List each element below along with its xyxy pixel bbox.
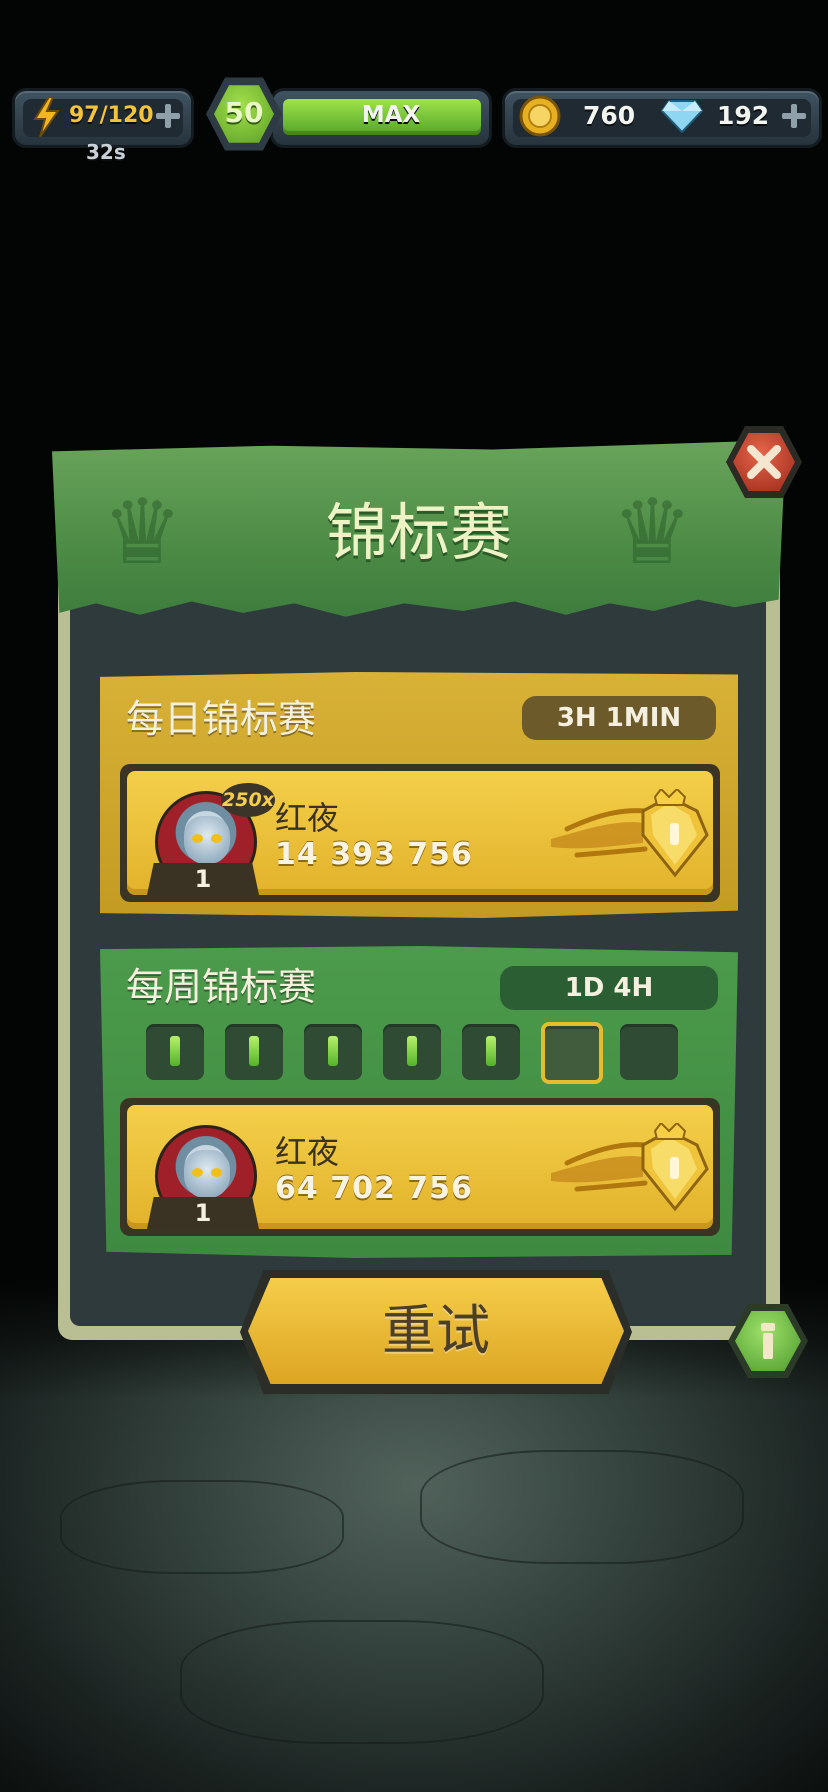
multiplier-badge: 250x xyxy=(221,783,275,817)
coin-icon xyxy=(519,95,561,137)
progress-slot-completed xyxy=(225,1024,283,1080)
retry-button-label: 重试 xyxy=(382,1299,490,1362)
avatar-eye xyxy=(192,1168,203,1177)
player-score: 14 393 756 xyxy=(275,837,473,872)
panel-banner: ♛ ♛ 锦标赛 xyxy=(52,440,786,617)
retry-button-inner: 重试 xyxy=(248,1278,624,1384)
progress-mark xyxy=(407,1036,417,1066)
rank-plate: 1 xyxy=(147,1197,259,1229)
progress-slot-completed xyxy=(146,1024,204,1080)
retry-button[interactable]: 重试 xyxy=(240,1270,632,1394)
progress-mark xyxy=(486,1036,496,1066)
daily-leader-card[interactable]: 250x 1 红夜 14 393 756 xyxy=(120,764,720,902)
energy-value: 97/120 xyxy=(69,103,154,128)
daily-leader-card-inner: 250x 1 红夜 14 393 756 xyxy=(127,771,713,895)
close-button-inner xyxy=(733,433,795,491)
rank-plate: 1 xyxy=(147,863,259,895)
weekly-timer: 1D 4H xyxy=(500,966,718,1010)
panel-title: 锦标赛 xyxy=(325,496,512,569)
weekly-leader-card[interactable]: 1 红夜 64 702 756 xyxy=(120,1098,720,1236)
progress-slot xyxy=(620,1024,678,1080)
daily-tournament-title: 每日锦标赛 xyxy=(126,697,317,741)
level-badge[interactable]: 50 xyxy=(206,77,282,151)
progress-mark xyxy=(170,1036,180,1066)
player-name: 红夜 xyxy=(275,1133,340,1171)
energy-bar[interactable]: 97/120 xyxy=(12,88,194,148)
floor-stone xyxy=(60,1480,344,1574)
avatar-face xyxy=(184,1150,230,1198)
progress-slot-completed xyxy=(304,1024,362,1080)
add-energy-icon[interactable] xyxy=(155,103,181,129)
daily-timer: 3H 1MIN xyxy=(522,696,716,740)
progress-slot xyxy=(541,1022,603,1084)
progress-mark xyxy=(249,1036,259,1066)
weekly-tournament-title: 每周锦标赛 xyxy=(126,965,317,1009)
player-name: 红夜 xyxy=(275,799,340,837)
floor-stone xyxy=(420,1450,744,1564)
level-number: 50 xyxy=(224,96,264,129)
add-gems-icon[interactable] xyxy=(781,103,807,129)
floor-stone xyxy=(180,1620,544,1744)
currency-bar[interactable]: 760 192 xyxy=(502,88,822,148)
coin-count: 760 xyxy=(583,101,636,130)
daily-tournament-section[interactable]: 每日锦标赛 3H 1MIN 250x 1 红夜 14 393 756 xyxy=(100,672,738,918)
weekly-leader-card-inner: 1 红夜 64 702 756 xyxy=(127,1105,713,1229)
progress-slot-completed xyxy=(383,1024,441,1080)
trophy-icon xyxy=(551,789,709,878)
progress-slot-completed xyxy=(462,1024,520,1080)
progress-mark xyxy=(328,1036,338,1066)
weekly-tournament-section[interactable]: 每周锦标赛 1D 4H 1 红夜 64 702 756 xyxy=(100,946,738,1258)
xp-bar: MAX xyxy=(270,88,492,148)
trophy-icon xyxy=(551,1123,709,1212)
diamond-icon xyxy=(661,100,703,133)
xp-label: MAX xyxy=(361,102,421,128)
info-icon xyxy=(761,1323,775,1359)
energy-timer: 32s xyxy=(86,140,126,164)
avatar-face xyxy=(184,816,230,864)
lightning-icon xyxy=(33,97,60,137)
avatar-eye xyxy=(211,1168,222,1177)
info-button-inner xyxy=(735,1311,801,1371)
avatar-eye xyxy=(192,834,203,843)
avatar-eye xyxy=(211,834,222,843)
player-score: 64 702 756 xyxy=(275,1171,473,1206)
gem-count: 192 xyxy=(717,101,770,130)
close-icon xyxy=(747,445,781,479)
